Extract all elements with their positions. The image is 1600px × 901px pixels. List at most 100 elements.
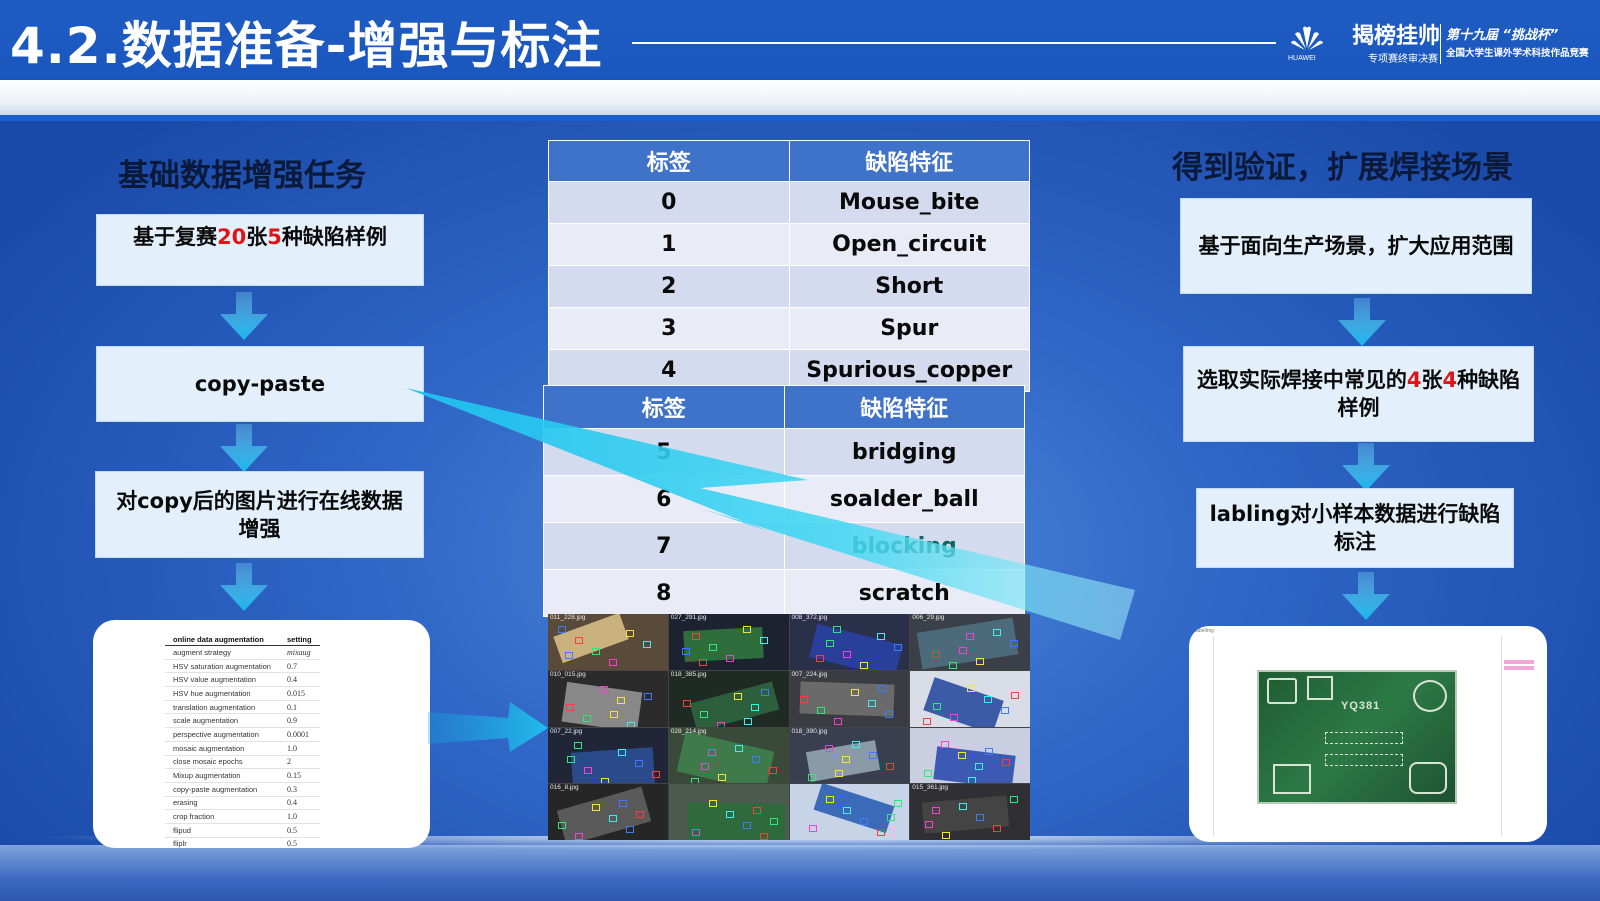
mosaic-tile	[668, 784, 789, 840]
augmentation-value: 0.5	[278, 823, 320, 838]
augmentation-row: HSV hue augmentation 0.015	[165, 686, 320, 701]
mosaic-tile-filename: 007_224.jpg	[791, 670, 828, 678]
defect-bbox-marker	[942, 832, 951, 840]
augmentation-value: 0.4	[278, 672, 320, 688]
defect-table-2-body: 5 bridging 6 soalder_ball 7 blocking 8 scratch	[543, 428, 1025, 617]
augmentation-name: scale augmentation	[165, 713, 279, 729]
defect-bbox-marker	[592, 648, 600, 655]
pcb-component	[1267, 678, 1297, 704]
defect-table-1-body: 0 Mouse_bite 1 Open_circuit 2 Short 3 Spur 4 Spur…	[548, 181, 1030, 392]
defect-bbox-marker	[807, 773, 816, 781]
defect-bbox-marker	[627, 721, 635, 727]
defect-bbox-marker	[752, 807, 761, 815]
defect-bbox-marker	[842, 807, 851, 815]
mosaic-tile: 016_8.jpg	[548, 784, 668, 840]
down-arrow-icon	[1342, 443, 1390, 491]
defect-bbox-marker	[984, 695, 993, 703]
down-arrow-icon	[220, 563, 268, 611]
mosaic-tile-filename: 028_214.jpg	[670, 727, 707, 735]
defect-bbox-marker	[635, 759, 643, 767]
defect-bbox-marker	[626, 826, 634, 834]
defect-bbox-marker	[959, 803, 968, 811]
defect-bbox-marker	[1011, 691, 1020, 699]
defect-bbox-marker	[958, 751, 967, 759]
right-step-2: 选取实际焊接中常见的4张4种缺陷样例	[1183, 346, 1534, 442]
augmentation-row: fliplr 0.5	[165, 837, 320, 848]
defect-bbox-marker	[682, 699, 691, 707]
mosaic-tile-filename: 015_361.jpg	[912, 784, 949, 792]
defect-bbox-marker	[567, 755, 575, 763]
down-arrow-icon	[220, 292, 268, 340]
defect-bbox-marker	[717, 773, 726, 781]
defect-bbox-marker	[592, 804, 600, 812]
defect-bbox-marker	[1002, 758, 1011, 766]
defect-label-table-1: 标签 缺陷特征 0 Mouse_bite 1 Open_circuit 2 Short 3 S…	[548, 140, 1030, 392]
defect-bbox-marker	[1010, 796, 1019, 804]
table-header-row: 标签 缺陷特征	[548, 140, 1030, 182]
defect-bbox-marker	[851, 740, 860, 748]
table-row: 6 soalder_ball	[543, 475, 1025, 523]
label-list-item	[1504, 660, 1534, 664]
defect-column-header: 缺陷特征	[788, 140, 1030, 182]
label-id-cell: 3	[548, 307, 790, 350]
left-step-1-text: 基于复赛20张5种缺陷样例	[133, 225, 387, 249]
augmentation-row: crop fraction 1.0	[165, 809, 320, 824]
defect-bbox-marker	[859, 818, 868, 826]
table-row: 2 Short	[548, 265, 1030, 308]
down-arrow-icon	[1342, 572, 1390, 620]
mosaic-tile: 010_015.jpg	[548, 670, 668, 727]
defect-bbox-marker	[959, 647, 968, 654]
table-row: 3 Spur	[548, 307, 1030, 350]
defect-bbox-marker	[681, 648, 690, 655]
defect-bbox-marker	[725, 655, 734, 662]
defect-bbox-marker	[574, 741, 582, 749]
defect-bbox-marker	[769, 818, 778, 826]
defect-bbox-marker	[742, 822, 751, 830]
defect-bbox-marker	[825, 796, 834, 804]
augmentation-value: 1.0	[278, 809, 320, 824]
defect-bbox-marker	[976, 814, 985, 822]
left-step-2: copy-paste	[96, 346, 424, 422]
augmentation-name: close mosaic epochs	[165, 755, 279, 770]
augmentation-row: copy-paste augmentation 0.3	[165, 782, 320, 797]
defect-bbox-marker	[743, 717, 752, 725]
mosaic-tile: 015_361.jpg	[910, 784, 1030, 840]
defect-bbox-marker	[967, 684, 976, 692]
mosaic-tile: 018_385.jpg	[668, 670, 789, 727]
defect-bbox-marker	[601, 777, 609, 784]
augmentation-value: 2	[278, 755, 320, 770]
defect-bbox-marker	[600, 685, 608, 693]
header-band	[0, 80, 1600, 116]
augmentation-value: 0.3	[278, 782, 320, 797]
left-heading: 基础数据增强任务	[118, 158, 366, 194]
label-id-cell: 0	[548, 181, 790, 224]
defect-bbox-marker	[968, 776, 977, 784]
augmentation-table-body: augment strategy mixaug HSV saturation aug…	[165, 645, 320, 848]
augmentation-name: copy-paste augmentation	[165, 782, 279, 797]
defect-bbox-marker	[575, 833, 583, 840]
mosaic-tile	[789, 784, 910, 840]
augmentation-value: 0.4	[278, 796, 320, 811]
brand-subtitle: 专项赛终审决赛	[1368, 54, 1438, 65]
defect-label-table-2: 标签 缺陷特征 5 bridging 6 soalder_ball 7 blocking 8…	[543, 385, 1025, 617]
defect-bbox-marker	[609, 815, 617, 823]
defect-bbox-marker	[867, 699, 876, 707]
augmentation-row: translation augmentation 0.1	[165, 700, 320, 715]
table-row: 8 scratch	[543, 569, 1025, 617]
defect-bbox-marker	[808, 825, 817, 833]
augmentation-value: 0.7	[278, 659, 320, 674]
augmentation-row: HSV value augmentation 0.4	[165, 672, 320, 688]
augmentation-name: HSV hue augmentation	[165, 686, 279, 701]
defect-bbox-marker	[877, 684, 886, 692]
augmentation-row: flipud 0.5	[165, 823, 320, 838]
defect-bbox-marker	[700, 762, 709, 770]
defect-name-cell: Short	[788, 265, 1030, 308]
defect-bbox-marker	[924, 769, 933, 777]
defect-bbox-marker	[825, 640, 834, 647]
defect-bbox-marker	[799, 695, 808, 703]
label-list-item	[1504, 666, 1534, 670]
pcb-sample	[916, 617, 1019, 670]
defect-bbox-marker	[565, 652, 573, 659]
defect-bbox-marker	[566, 703, 574, 711]
defect-bbox-marker	[949, 662, 958, 669]
